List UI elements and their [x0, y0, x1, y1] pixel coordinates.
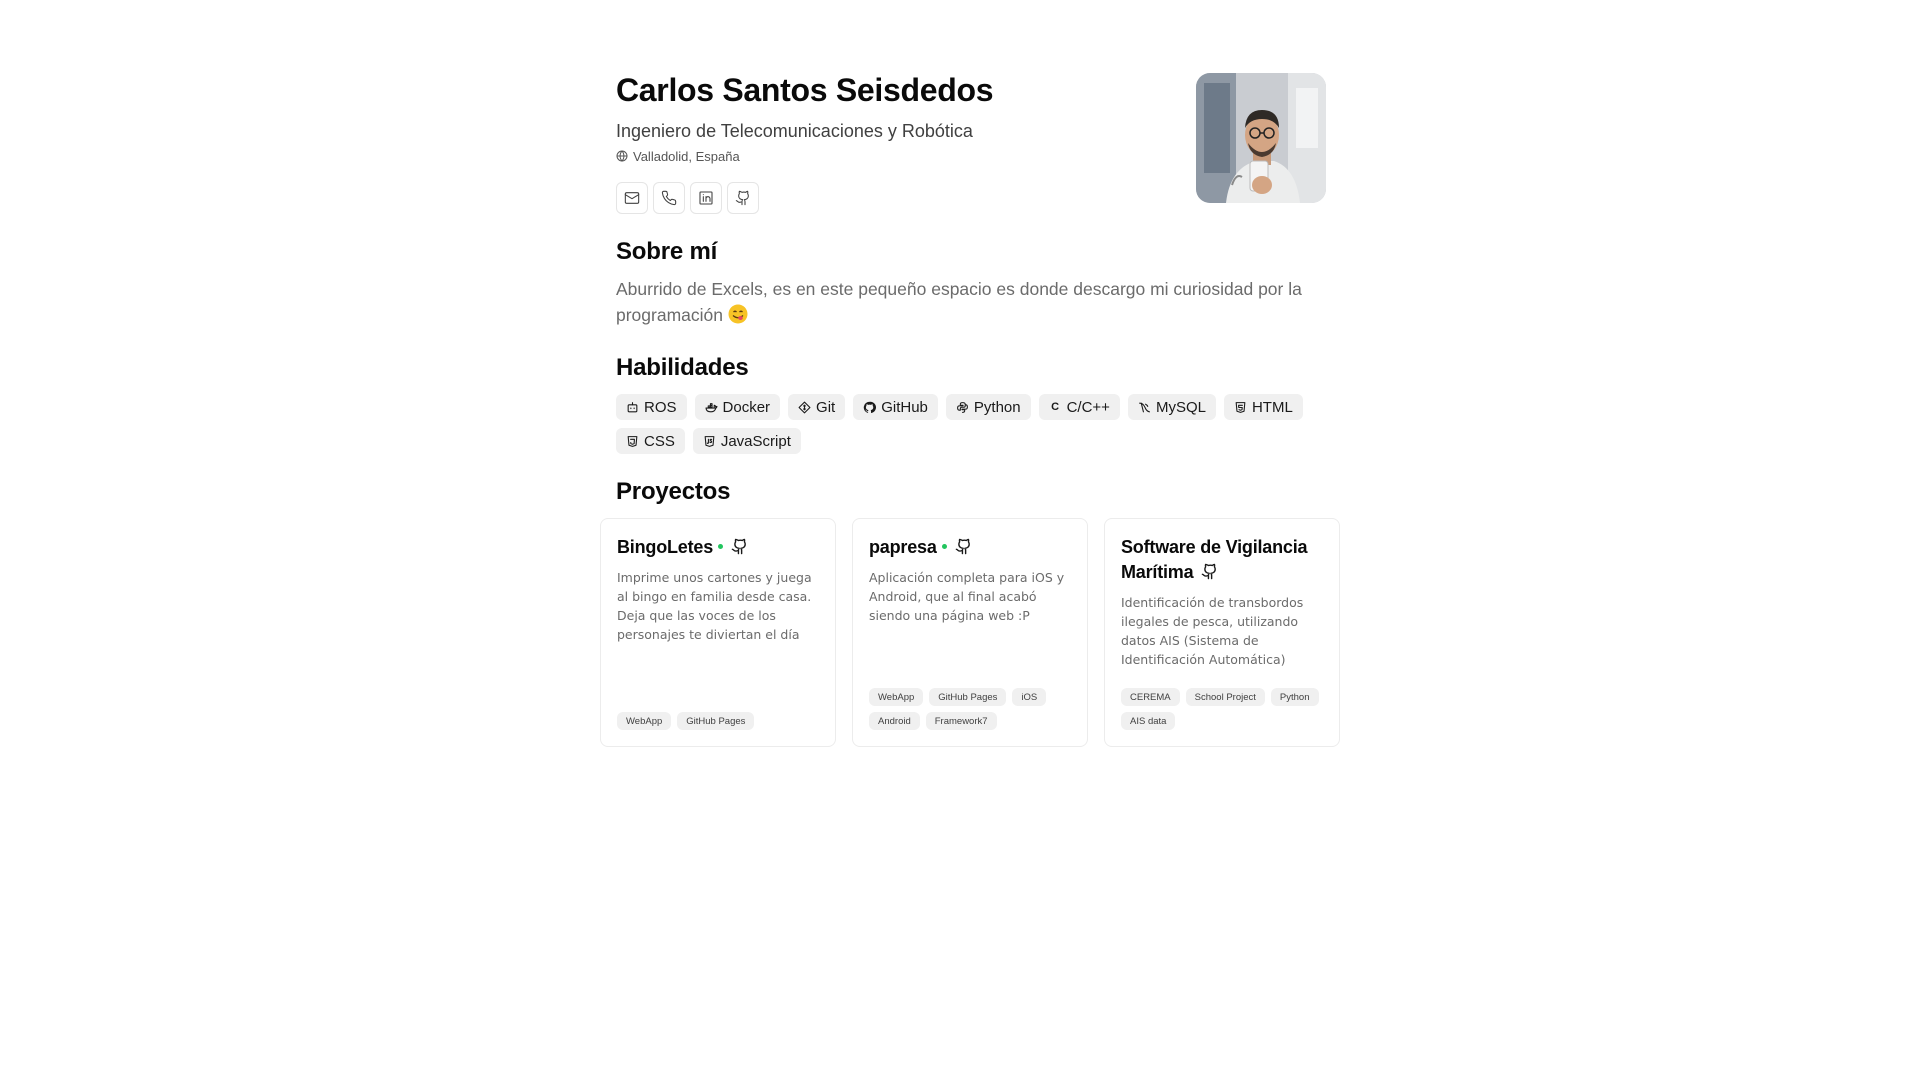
- github-icon[interactable]: [731, 538, 748, 555]
- contact-links: [616, 182, 759, 214]
- project-title-row: BingoLetes: [617, 535, 819, 560]
- profile-location[interactable]: Valladolid, España: [616, 148, 740, 164]
- linkedin-icon: [699, 191, 713, 205]
- projects-heading: Proyectos: [616, 478, 731, 505]
- skill-git[interactable]: Git: [788, 394, 846, 420]
- project-title[interactable]: BingoLetes: [617, 537, 713, 557]
- project-tag: Framework7: [925, 712, 997, 730]
- git-icon: [798, 401, 811, 413]
- skills-list: ROS Docker Git GitHub Python C C/C++ MyS…: [616, 394, 1344, 454]
- html-icon: [1235, 401, 1246, 413]
- skill-label: ROS: [644, 398, 677, 416]
- project-tag: Python: [1270, 688, 1319, 706]
- skill-label: JavaScript: [720, 432, 791, 450]
- skill-github[interactable]: GitHub: [853, 394, 938, 420]
- project-tag: iOS: [1012, 688, 1047, 706]
- github-icon: [735, 190, 749, 206]
- phone-icon: [661, 190, 677, 206]
- project-card-vigilancia-maritima[interactable]: Software de Vigilancia Marítima Identifi…: [1104, 518, 1340, 747]
- skill-label: Git: [816, 398, 836, 416]
- project-tag: WebApp: [869, 688, 924, 706]
- skill-label: Docker: [722, 398, 771, 416]
- active-status-dot: [718, 544, 724, 549]
- project-title[interactable]: papresa: [869, 537, 937, 557]
- about-heading: Sobre mí: [616, 238, 718, 265]
- skill-javascript[interactable]: JavaScript: [692, 428, 801, 454]
- profile-photo: [1196, 73, 1326, 203]
- github-button[interactable]: [727, 182, 759, 214]
- project-description: Aplicación completa para iOS y Android, …: [869, 570, 1065, 623]
- github-icon[interactable]: [1201, 563, 1218, 580]
- skill-mysql[interactable]: MySQL: [1127, 394, 1216, 420]
- location-label: Valladolid, España: [633, 148, 740, 164]
- project-tags: WebApp GitHub Pages: [617, 712, 825, 730]
- javascript-icon: [704, 435, 715, 447]
- profile-header: Carlos Santos Seisdedos Ingeniero de Tel…: [616, 72, 1344, 222]
- skill-label: GitHub: [881, 398, 928, 416]
- skill-docker[interactable]: Docker: [694, 394, 781, 420]
- skill-label: C/C++: [1066, 398, 1110, 416]
- project-tag: WebApp: [617, 712, 672, 730]
- skill-python[interactable]: Python: [945, 394, 1031, 420]
- css-icon: [627, 435, 638, 447]
- project-title-row: papresa: [869, 535, 1071, 560]
- robot-icon: [627, 401, 638, 412]
- globe-icon: [616, 150, 628, 162]
- project-tag: CEREMA: [1121, 688, 1180, 706]
- project-description: Identificación de transbordos ilegales d…: [1121, 595, 1304, 667]
- c-icon: C: [1051, 401, 1060, 413]
- project-description: Imprime unos cartones y juega al bingo e…: [617, 570, 812, 642]
- project-tag: GitHub Pages: [929, 688, 1007, 706]
- about-body: Aburrido de Excels, es en este pequeño e…: [616, 279, 1302, 325]
- skills-heading: Habilidades: [616, 354, 749, 381]
- phone-button[interactable]: [653, 182, 685, 214]
- about-text: Aburrido de Excels, es en este pequeño e…: [616, 276, 1326, 328]
- active-status-dot: [941, 544, 947, 549]
- project-tag: GitHub Pages: [677, 712, 755, 730]
- email-button[interactable]: [616, 182, 648, 214]
- github-icon: [863, 401, 877, 413]
- project-tag: AIS data: [1121, 712, 1176, 730]
- project-tags: CEREMA School Project Python AIS data: [1121, 688, 1329, 730]
- mysql-icon: [1139, 402, 1150, 412]
- project-tags: WebApp GitHub Pages iOS Android Framewor…: [869, 688, 1077, 730]
- python-icon: [956, 401, 968, 413]
- skill-label: HTML: [1251, 398, 1293, 416]
- mail-icon: [624, 192, 640, 204]
- project-tag: School Project: [1185, 688, 1265, 706]
- github-icon[interactable]: [955, 538, 972, 555]
- skill-css[interactable]: CSS: [616, 428, 685, 454]
- resume-page: Carlos Santos Seisdedos Ingeniero de Tel…: [600, 72, 1344, 747]
- project-title-row: Software de Vigilancia Marítima: [1121, 535, 1323, 585]
- avatar: [1196, 73, 1326, 203]
- skill-label: Python: [973, 398, 1021, 416]
- project-card-papresa[interactable]: papresa Aplicación completa para iOS y A…: [852, 518, 1088, 747]
- skill-c-cpp[interactable]: C C/C++: [1038, 394, 1120, 420]
- docker-icon: [705, 402, 717, 412]
- profile-title: Ingeniero de Telecomunicaciones y Robóti…: [616, 121, 973, 141]
- project-tag: Android: [869, 712, 920, 730]
- linkedin-button[interactable]: [690, 182, 722, 214]
- project-card-bingoletes[interactable]: BingoLetes Imprime unos cartones y juega…: [600, 518, 836, 747]
- skill-label: CSS: [644, 432, 675, 450]
- skill-html[interactable]: HTML: [1223, 394, 1303, 420]
- projects-grid: BingoLetes Imprime unos cartones y juega…: [600, 518, 1340, 747]
- skill-ros[interactable]: ROS: [616, 394, 687, 420]
- yum-emoji-icon: [728, 304, 748, 324]
- profile-name: Carlos Santos Seisdedos: [616, 72, 994, 108]
- skill-label: MySQL: [1155, 398, 1206, 416]
